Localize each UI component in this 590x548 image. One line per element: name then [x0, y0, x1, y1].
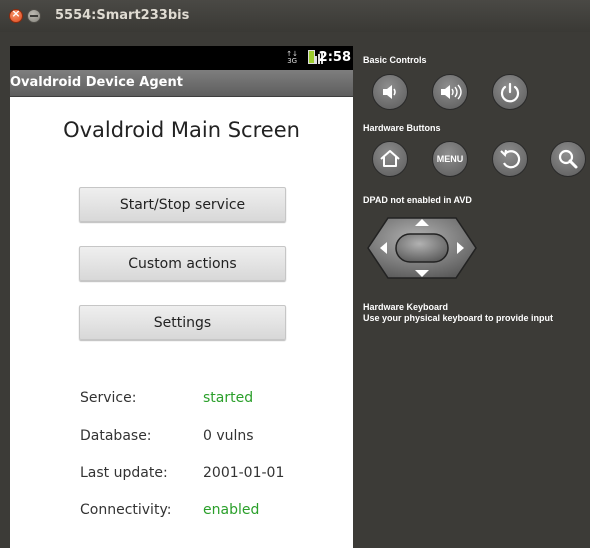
back-icon[interactable]: [492, 141, 528, 177]
status-clock: 2:58: [318, 50, 351, 65]
database-value: 0 vulns: [203, 428, 254, 444]
close-icon[interactable]: ×: [9, 7, 23, 23]
battery-icon: [308, 50, 315, 64]
start-stop-service-button[interactable]: Start/Stop service: [79, 187, 286, 222]
custom-actions-button[interactable]: Custom actions: [79, 246, 286, 281]
settings-button[interactable]: Settings: [79, 305, 286, 340]
minimize-icon[interactable]: [27, 9, 41, 23]
dpad-label: DPAD not enabled in AVD: [363, 195, 472, 205]
service-value: started: [203, 390, 254, 406]
volume-down-icon[interactable]: [372, 74, 408, 110]
last-update-label: Last update:: [80, 465, 168, 481]
basic-controls-label: Basic Controls: [363, 55, 427, 65]
page-title: Ovaldroid Main Screen: [63, 118, 300, 142]
network-type-icon: ↑↓ 3G: [286, 50, 298, 65]
connectivity-label: Connectivity:: [80, 502, 172, 518]
home-icon[interactable]: [372, 141, 408, 177]
window-title: 5554:Smart233bis: [55, 8, 190, 23]
hardware-keyboard-hint: Use your physical keyboard to provide in…: [363, 313, 554, 323]
service-label: Service:: [80, 390, 137, 406]
app-title-bar: Ovaldroid Device Agent: [10, 70, 353, 97]
dpad-icon[interactable]: [366, 212, 478, 284]
hardware-buttons-label: Hardware Buttons: [363, 123, 441, 133]
search-icon[interactable]: [550, 141, 586, 177]
volume-up-icon[interactable]: [432, 74, 468, 110]
app-title: Ovaldroid Device Agent: [10, 75, 183, 90]
status-bar: ↑↓ 3G 2:58: [10, 46, 353, 70]
database-label: Database:: [80, 428, 152, 444]
power-icon[interactable]: [492, 74, 528, 110]
hardware-keyboard-label: Hardware Keyboard: [363, 302, 449, 312]
menu-button[interactable]: MENU: [432, 141, 468, 177]
connectivity-value: enabled: [203, 502, 260, 518]
last-update-value: 2001-01-01: [203, 465, 285, 481]
